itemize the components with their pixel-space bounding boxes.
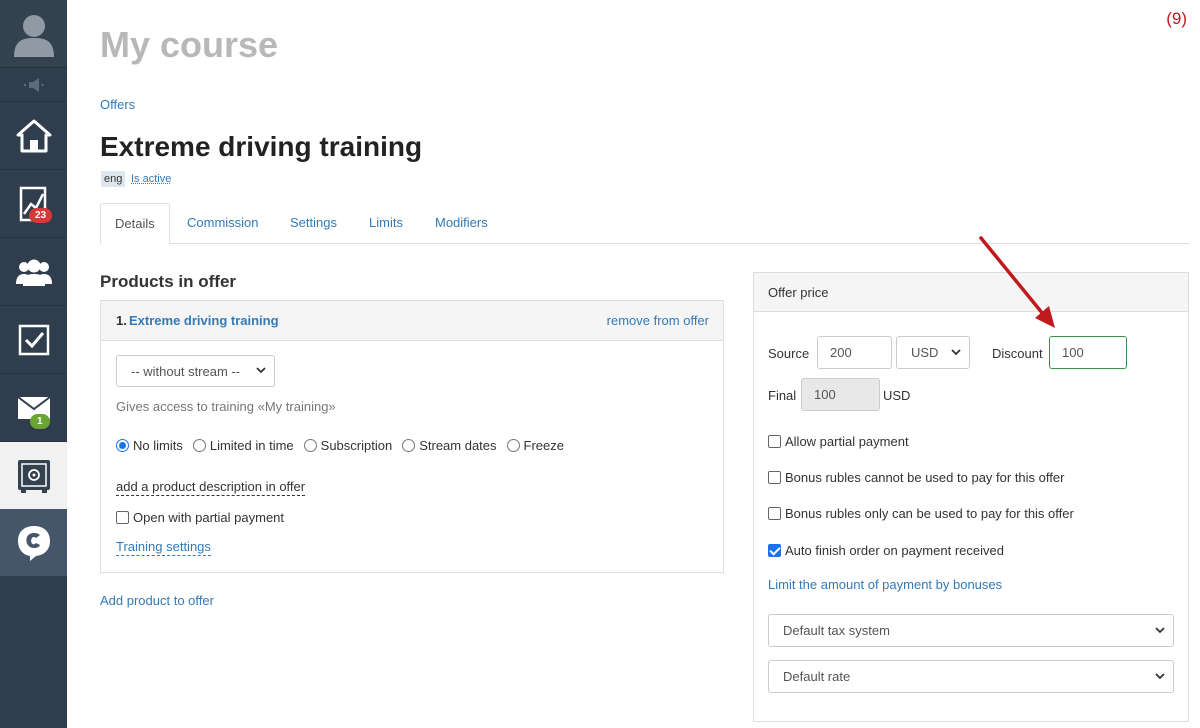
product-name-link[interactable]: Extreme driving training (129, 313, 279, 328)
nav-sales[interactable]: 23 (0, 170, 67, 238)
tab-limits[interactable]: Limits (355, 203, 417, 244)
checkbox-label: Auto finish order on payment received (785, 543, 1004, 558)
radio-label: Stream dates (419, 438, 497, 453)
nav-home[interactable] (0, 102, 67, 170)
status-link[interactable]: Is active (131, 173, 171, 185)
users-icon (15, 259, 52, 286)
radio-label: Limited in time (209, 438, 294, 453)
tax-system-value: Default tax system (783, 623, 890, 638)
radio-subscription[interactable]: Subscription (303, 438, 393, 453)
checkbox-label: Allow partial payment (785, 434, 909, 449)
final-price-value: 100 (814, 387, 836, 402)
add-product-link[interactable]: Add product to offer (100, 593, 214, 608)
source-label: Source (768, 346, 810, 361)
access-description: Gives access to training «My training» (116, 399, 336, 414)
stream-select[interactable]: -- without stream -- (116, 355, 275, 387)
breadcrumb-offers[interactable]: Offers (100, 97, 135, 112)
discount-value: 100 (1062, 345, 1084, 360)
radio-stream-dates[interactable]: Stream dates (402, 438, 497, 453)
radio-label: No limits (133, 438, 183, 453)
sidebar: 23 1 (0, 0, 67, 728)
nav-tasks[interactable] (0, 306, 67, 374)
chat-logo-icon (17, 525, 50, 561)
radio-dot (506, 439, 520, 452)
allow-partial-payment-checkbox[interactable]: Allow partial payment (768, 434, 909, 449)
speaker-icon (23, 77, 44, 92)
home-icon (16, 119, 51, 152)
chevron-down-icon (1155, 672, 1165, 679)
checkbox-label: Bonus rubles cannot be used to pay for t… (785, 470, 1065, 485)
checkbox-label: Bonus rubles only can be used to pay for… (785, 506, 1074, 521)
chevron-down-icon (256, 367, 266, 374)
user-avatar[interactable] (0, 0, 67, 68)
products-heading: Products in offer (100, 272, 237, 291)
tax-rate-select[interactable]: Default rate (768, 660, 1174, 693)
remove-from-offer-link[interactable]: remove from offer (607, 313, 709, 328)
safe-icon (17, 459, 50, 493)
tab-modifiers[interactable]: Modifiers (421, 203, 502, 244)
radio-dot (192, 439, 206, 452)
tab-settings[interactable]: Settings (276, 203, 351, 244)
stream-select-value: -- without stream -- (131, 363, 241, 379)
currency-value: USD (911, 345, 939, 360)
tax-system-select[interactable]: Default tax system (768, 614, 1174, 647)
chevron-down-icon (951, 348, 961, 355)
checkbox-label: Open with partial payment (133, 510, 285, 525)
checkbox-box (116, 511, 129, 524)
source-price-input[interactable]: 200 (817, 336, 892, 369)
offer-price-panel: Offer price Source 200 USD Discount 100 … (753, 272, 1189, 722)
product-panel: 1. Extreme driving training remove from … (100, 300, 724, 573)
checkbox-box (768, 471, 781, 484)
currency-select[interactable]: USD (896, 336, 970, 369)
tax-rate-value: Default rate (783, 669, 851, 684)
radio-no-limits[interactable]: No limits (116, 438, 183, 453)
training-settings-link[interactable]: Training settings (116, 539, 211, 556)
final-price-input: 100 (801, 378, 880, 411)
language-tag: eng (101, 171, 126, 187)
nav-messages[interactable]: 1 (0, 374, 67, 442)
tab-commission[interactable]: Commission (173, 203, 273, 244)
final-currency: USD (883, 388, 911, 403)
user-icon (13, 14, 54, 57)
nav-users[interactable] (0, 238, 67, 306)
radio-label: Subscription (320, 438, 393, 453)
checkbox-box (768, 507, 781, 520)
limit-bonus-payment-link[interactable]: Limit the amount of payment by bonuses (768, 577, 1002, 592)
page-title: Extreme driving training (100, 131, 423, 162)
bonus-cannot-pay-checkbox[interactable]: Bonus rubles cannot be used to pay for t… (768, 470, 1064, 485)
checkbox-box (768, 435, 781, 448)
access-type-radios: No limits Limited in time Subscription S… (116, 438, 574, 453)
discount-label: Discount (992, 346, 1043, 361)
tab-details[interactable]: Details (100, 203, 170, 244)
add-description-link[interactable]: add a product description in offer (116, 479, 306, 496)
source-price-value: 200 (830, 345, 852, 360)
final-label: Final (768, 388, 797, 403)
open-partial-checkbox[interactable]: Open with partial payment (116, 510, 284, 525)
sales-count-badge: 23 (29, 208, 53, 223)
course-title: My course (100, 24, 279, 65)
radio-label: Freeze (523, 438, 564, 453)
notifications-toggle[interactable] (0, 68, 67, 102)
radio-limited-in-time[interactable]: Limited in time (192, 438, 294, 453)
product-number: 1. (116, 313, 127, 328)
radio-dot (402, 439, 416, 452)
annotation-arrow-icon (979, 236, 1055, 328)
nav-logo[interactable] (0, 509, 67, 576)
radio-dot (116, 439, 129, 452)
checkbox-icon (18, 324, 49, 355)
discount-input[interactable]: 100 (1049, 336, 1127, 369)
page-marker: (9) (1166, 9, 1187, 28)
product-panel-header: 1. Extreme driving training remove from … (101, 301, 723, 341)
radio-dot (303, 439, 317, 452)
chevron-down-icon (1155, 626, 1165, 633)
messages-count-badge: 1 (30, 414, 50, 429)
nav-sales-offers[interactable] (0, 442, 67, 509)
offer-price-heading: Offer price (754, 273, 1188, 312)
checkbox-box (768, 544, 781, 557)
auto-finish-order-checkbox[interactable]: Auto finish order on payment received (768, 543, 1004, 558)
radio-freeze[interactable]: Freeze (506, 438, 564, 453)
bonus-only-pay-checkbox[interactable]: Bonus rubles only can be used to pay for… (768, 506, 1074, 521)
